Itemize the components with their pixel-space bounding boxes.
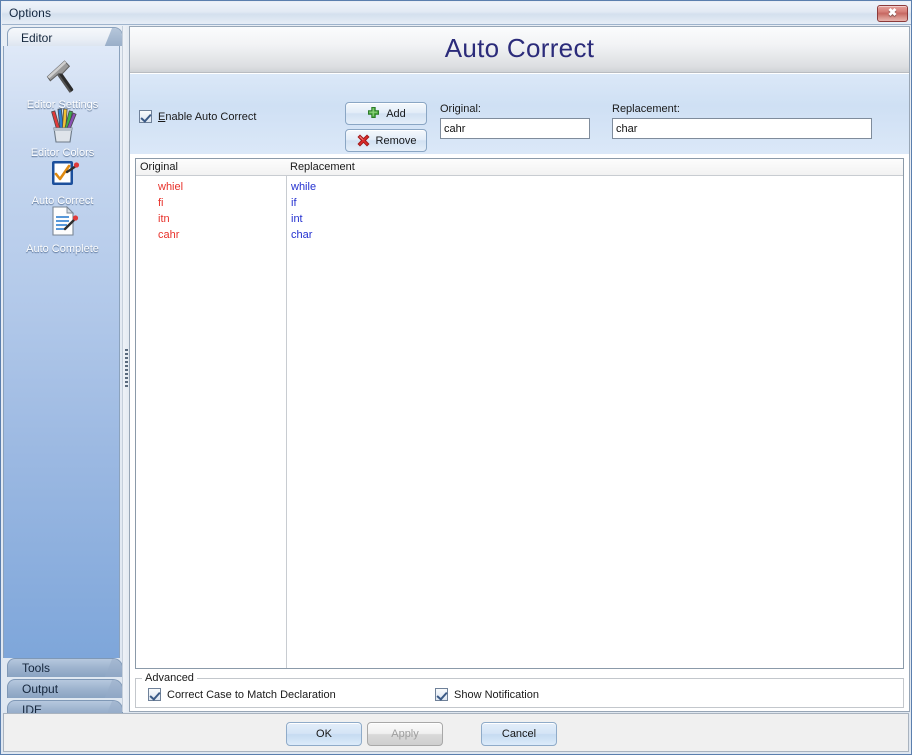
tab-corner-decoration: [103, 659, 122, 677]
table-row[interactable]: whiel while: [136, 179, 903, 195]
replacement-input[interactable]: [612, 118, 872, 139]
checkbox-box-icon: [148, 688, 161, 701]
correct-case-checkbox[interactable]: Correct Case to Match Declaration: [148, 688, 336, 701]
list-header: Original Replacement: [136, 159, 903, 176]
remove-button[interactable]: Remove: [345, 129, 427, 152]
show-notification-label: Show Notification: [454, 688, 539, 701]
cell-replacement: int: [291, 213, 303, 225]
advanced-legend: Advanced: [142, 672, 197, 684]
sidebar-item-editor-colors[interactable]: Editor Colors: [4, 106, 121, 159]
checkbox-box-icon: [435, 688, 448, 701]
sidebar-item-auto-complete-label: Auto Complete: [26, 243, 99, 255]
enable-auto-correct-checkbox[interactable]: Enable Auto Correct: [139, 110, 256, 123]
remove-button-label: Remove: [375, 134, 417, 147]
enable-auto-correct-label-rest: nable Auto Correct: [165, 110, 257, 123]
main-panel: Auto Correct Enable Auto Correct Add Rem…: [129, 26, 910, 712]
options-dialog: Options ✖ Editor Editor Settings Editor …: [0, 0, 912, 755]
column-header-original[interactable]: Original: [136, 159, 286, 176]
checkbox-box-icon: [139, 110, 152, 123]
cell-original: itn: [158, 213, 170, 225]
controls-strip: Enable Auto Correct Add Remove Original:…: [130, 74, 909, 155]
advanced-group: Advanced Correct Case to Match Declarati…: [135, 672, 904, 708]
cell-replacement: while: [291, 181, 317, 193]
column-header-replacement[interactable]: Replacement: [286, 159, 586, 176]
sidebar-tab-tools[interactable]: Tools: [7, 658, 123, 677]
cancel-button[interactable]: Cancel: [481, 722, 557, 746]
sidebar-tab-editor[interactable]: Editor: [7, 27, 123, 46]
apply-button: Apply: [367, 722, 443, 746]
window-title: Options: [9, 6, 52, 20]
auto-correct-list[interactable]: Original Replacement whiel while fi if itn in…: [135, 158, 904, 669]
sidebar-item-auto-correct[interactable]: Auto Correct: [4, 154, 121, 207]
original-input[interactable]: [440, 118, 590, 139]
sidebar-tab-tools-label: Tools: [22, 661, 51, 675]
cell-original: fi: [158, 197, 164, 209]
title-bar: Options ✖: [2, 2, 911, 25]
close-icon: ✖: [887, 7, 898, 19]
add-button-label: Add: [386, 107, 406, 120]
table-row[interactable]: cahr char: [136, 227, 903, 243]
sidebar-tab-output-label: Output: [22, 682, 59, 696]
close-button[interactable]: ✖: [877, 5, 908, 22]
tab-corner-decoration: [103, 28, 122, 46]
add-button[interactable]: Add: [345, 102, 427, 125]
sidebar-item-editor-settings[interactable]: Editor Settings: [4, 58, 121, 111]
ok-button[interactable]: OK: [286, 722, 362, 746]
replacement-field-label: Replacement:: [612, 103, 680, 115]
cell-original: cahr: [158, 229, 180, 241]
red-x-icon: [357, 134, 370, 147]
document-pencil-icon: [51, 205, 78, 236]
pencil-cup-icon: [50, 108, 77, 143]
splitter-grip-icon: [125, 349, 128, 389]
enable-auto-correct-label: Enable Auto Correct: [158, 111, 256, 123]
tab-corner-decoration: [103, 680, 122, 698]
show-notification-checkbox[interactable]: Show Notification: [435, 688, 539, 701]
sidebar-tab-editor-label: Editor: [21, 31, 53, 45]
table-row[interactable]: itn int: [136, 211, 903, 227]
sidebar-nav-list: Editor Settings Editor Colors Auto Corre…: [3, 46, 120, 658]
cell-replacement: if: [291, 197, 297, 209]
dialog-footer: OK Apply Cancel: [3, 713, 909, 752]
plus-icon: [368, 107, 380, 118]
page-title: Auto Correct: [444, 33, 595, 63]
hammer-icon: [46, 60, 73, 93]
original-field-label: Original:: [440, 103, 481, 115]
sidebar: Editor Editor Settings Editor Colors Aut…: [3, 26, 123, 719]
sidebar-item-auto-complete[interactable]: Auto Complete: [4, 202, 121, 255]
page-header: Auto Correct: [130, 27, 909, 73]
correct-case-label: Correct Case to Match Declaration: [167, 688, 336, 701]
cell-replacement: char: [291, 229, 313, 241]
checked-page-icon: [51, 161, 79, 185]
table-row[interactable]: fi if: [136, 195, 903, 211]
original-field-group: Original:: [440, 103, 590, 139]
replacement-field-group: Replacement:: [612, 103, 872, 139]
sidebar-tab-output[interactable]: Output: [7, 679, 123, 698]
cell-original: whiel: [158, 181, 184, 193]
